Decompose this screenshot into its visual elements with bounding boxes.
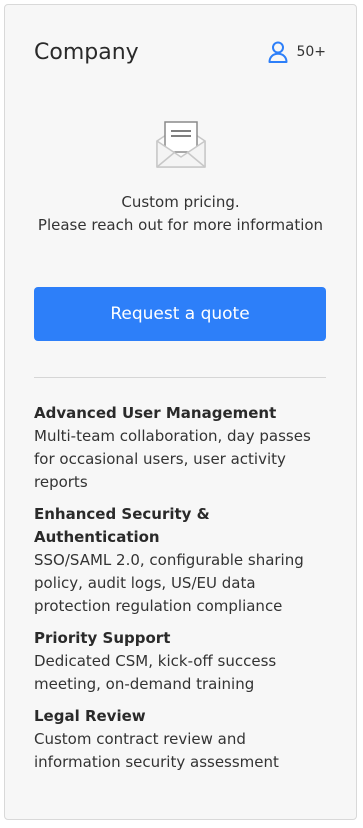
divider — [34, 377, 326, 378]
feature-item: Priority Support Dedicated CSM, kick-off… — [34, 627, 336, 696]
feature-description: SSO/SAML 2.0, configurable sharing polic… — [34, 551, 304, 615]
feature-description: Dedicated CSM, kick-off success meeting,… — [34, 652, 277, 693]
card-header: Company 50+ — [34, 35, 326, 69]
feature-title: Priority Support — [34, 629, 171, 647]
feature-title: Enhanced Security & Authentication — [34, 505, 210, 546]
feature-description: Multi-team collaboration, day passes for… — [34, 427, 311, 491]
feature-title: Advanced User Management — [34, 404, 277, 422]
feature-item: Legal Review Custom contract review and … — [34, 705, 336, 774]
feature-item: Advanced User Management Multi-team coll… — [34, 402, 336, 494]
pricing-line-1: Custom pricing. — [121, 193, 240, 211]
feature-description: Custom contract review and information s… — [34, 730, 279, 771]
seats-indicator: 50+ — [268, 41, 326, 63]
feature-title: Legal Review — [34, 707, 146, 725]
envelope-icon — [153, 119, 209, 171]
user-icon — [268, 41, 288, 63]
pricing-card: Company 50+ Custom pricing. Please reach… — [4, 4, 357, 820]
plan-name: Company — [34, 39, 139, 65]
pricing-message: Custom pricing. Please reach out for mor… — [5, 191, 356, 237]
feature-list: Advanced User Management Multi-team coll… — [34, 402, 336, 783]
pricing-line-2: Please reach out for more information — [37, 216, 324, 234]
feature-item: Enhanced Security & Authentication SSO/S… — [34, 503, 336, 618]
request-quote-button[interactable]: Request a quote — [34, 287, 326, 341]
seats-count: 50+ — [296, 44, 326, 60]
